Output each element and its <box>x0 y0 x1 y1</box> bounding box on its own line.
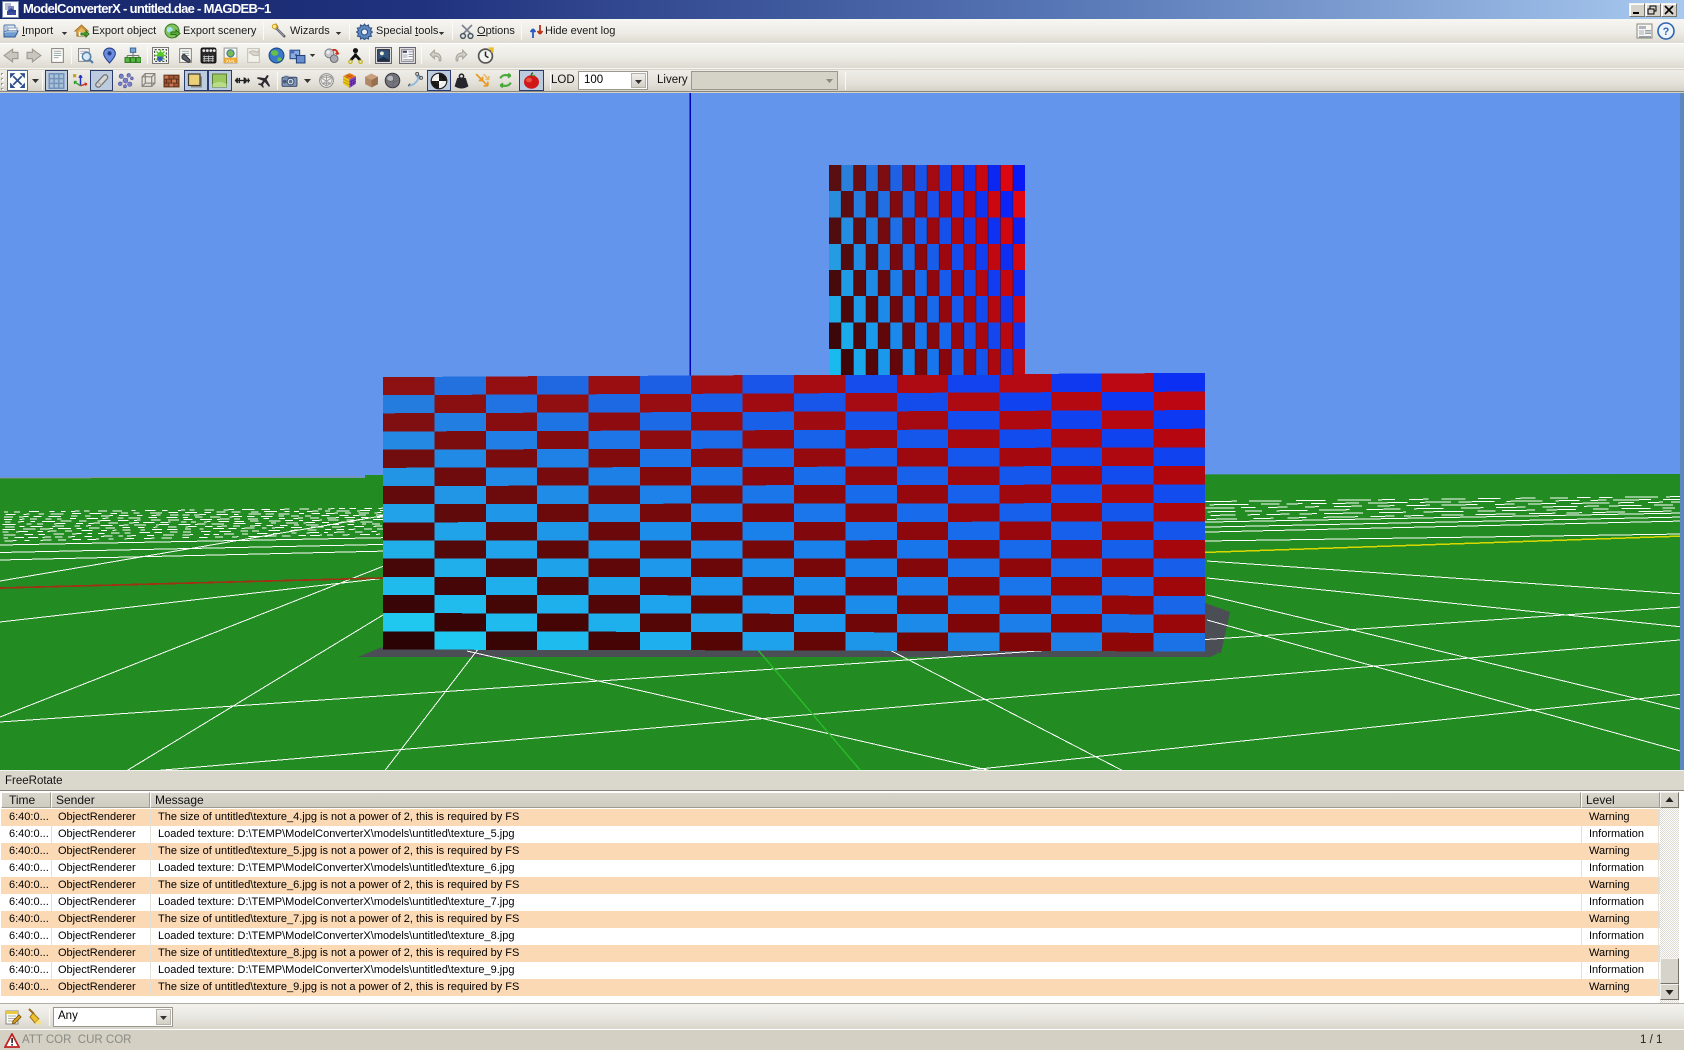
svg-text:?: ? <box>1663 26 1670 38</box>
svg-text:XML: XML <box>226 58 236 64</box>
